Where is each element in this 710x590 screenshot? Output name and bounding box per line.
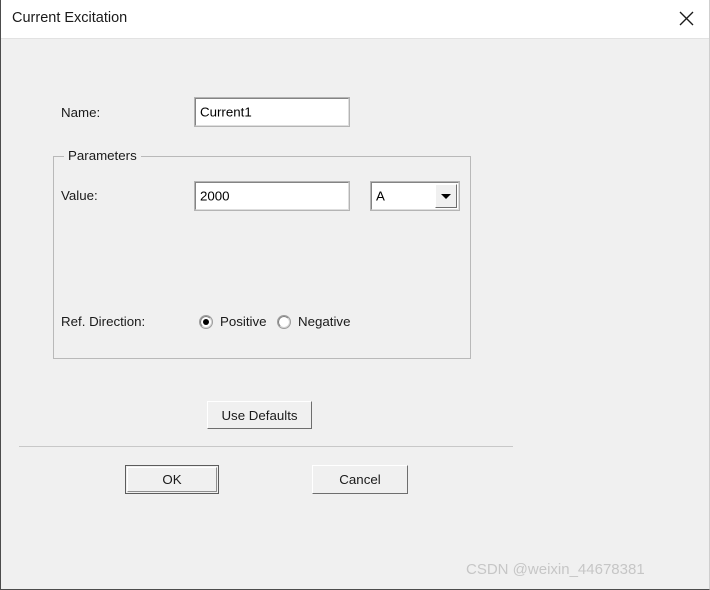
parameters-group-legend: Parameters (64, 148, 141, 163)
radio-negative-label: Negative (298, 314, 351, 329)
name-label: Name: (61, 105, 101, 120)
cancel-button[interactable]: Cancel (312, 465, 408, 494)
name-input[interactable]: Current1 (194, 97, 350, 127)
current-excitation-dialog: Current Excitation Name: Current1 Parame… (0, 0, 710, 590)
watermark: CSDN @weixin_44678381 (466, 561, 645, 578)
ref-direction-label: Ref. Direction: (61, 314, 146, 329)
name-input-value: Current1 (200, 104, 252, 120)
use-defaults-button[interactable]: Use Defaults (207, 401, 312, 429)
value-input[interactable]: 2000 (194, 181, 350, 211)
radio-negative-indicator[interactable] (277, 314, 291, 329)
cancel-button-label: Cancel (339, 472, 381, 487)
window-title: Current Excitation (12, 10, 128, 26)
radio-negative[interactable]: Negative (277, 314, 351, 329)
radio-positive-indicator[interactable] (199, 314, 213, 329)
ok-button[interactable]: OK (125, 465, 219, 494)
use-defaults-button-label: Use Defaults (221, 407, 298, 423)
separator (19, 446, 513, 447)
value-label: Value: (61, 188, 98, 203)
titlebar: Current Excitation (1, 0, 709, 39)
value-input-value: 2000 (200, 188, 230, 204)
ok-button-label: OK (162, 472, 182, 487)
radio-positive[interactable]: Positive (199, 314, 267, 329)
unit-dropdown-value: A (376, 188, 385, 204)
unit-dropdown[interactable]: A (370, 181, 460, 211)
close-icon[interactable] (663, 0, 709, 37)
chevron-down-icon[interactable] (435, 184, 457, 208)
radio-positive-label: Positive (220, 314, 267, 329)
